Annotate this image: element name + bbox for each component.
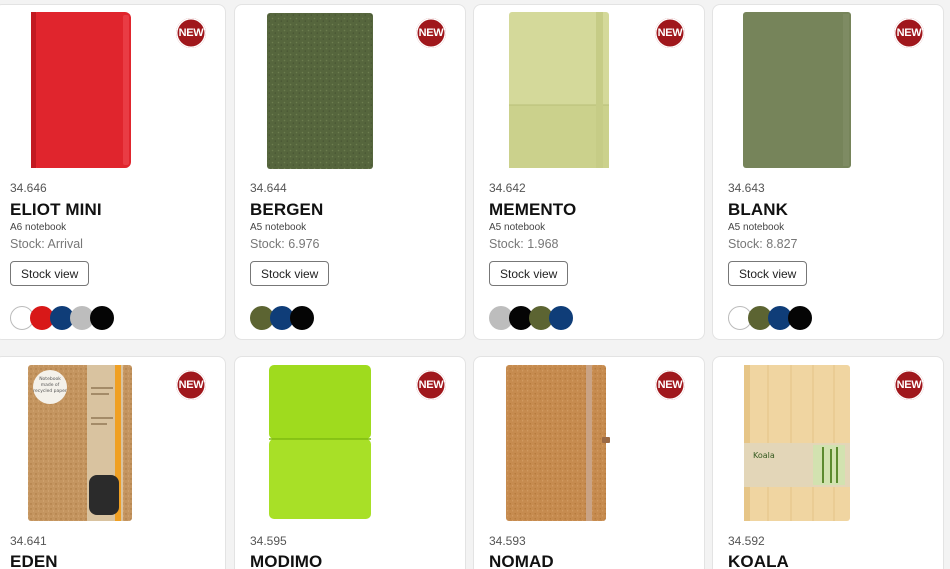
koala-label-text: Koala — [753, 451, 775, 460]
product-sku: 34.593 — [489, 534, 526, 548]
product-sku: 34.641 — [10, 534, 47, 548]
new-badge: NEW — [416, 370, 446, 400]
stock-status: Stock: 6.976 — [250, 237, 320, 251]
svg-text:made of: made of — [41, 382, 60, 388]
product-name[interactable]: NOMAD — [489, 552, 554, 569]
product-card[interactable]: NEW 34.593 NOMAD — [473, 356, 705, 569]
product-name[interactable]: EDEN — [10, 552, 58, 569]
product-sku: 34.644 — [250, 181, 287, 195]
product-type: A5 notebook — [250, 222, 307, 233]
product-name[interactable]: MODIMO — [250, 552, 322, 569]
swatch-navy[interactable] — [549, 306, 573, 330]
product-card[interactable]: NEW 34.644 BERGEN A5 notebook Stock: 6.9… — [234, 4, 466, 340]
product-name[interactable]: BLANK — [728, 200, 788, 220]
product-sku: 34.646 — [10, 181, 47, 195]
stock-view-button[interactable]: Stock view — [489, 261, 569, 286]
new-badge: NEW — [894, 18, 924, 48]
color-swatches — [250, 306, 314, 330]
stock-status: Stock: Arrival — [10, 237, 83, 251]
new-badge: NEW — [176, 18, 206, 48]
product-type: A6 notebook — [10, 222, 67, 233]
new-badge: NEW — [416, 18, 446, 48]
product-name[interactable]: ELIOT MINI — [10, 200, 102, 220]
color-swatches — [728, 306, 812, 330]
product-card[interactable]: NEW 34.646 ELIOT MINI A6 notebook Stock:… — [0, 4, 226, 340]
color-swatches — [489, 306, 573, 330]
product-name[interactable]: KOALA — [728, 552, 789, 569]
new-badge: NEW — [655, 18, 685, 48]
new-badge: NEW — [894, 370, 924, 400]
color-swatches — [10, 306, 114, 330]
product-card[interactable]: NEW 34.642 MEMENTO A5 notebook Stock: 1.… — [473, 4, 705, 340]
swatch-black[interactable] — [90, 306, 114, 330]
svg-text:Notebook: Notebook — [39, 376, 61, 382]
new-badge: NEW — [655, 370, 685, 400]
product-card[interactable]: Koala NEW 34.592 KOALA — [712, 356, 944, 569]
product-type: A5 notebook — [728, 222, 785, 233]
product-type: A5 notebook — [489, 222, 546, 233]
swatch-black[interactable] — [788, 306, 812, 330]
stock-view-button[interactable]: Stock view — [728, 261, 808, 286]
swatch-black[interactable] — [290, 306, 314, 330]
product-card[interactable]: Notebook made of recycled paper NEW 34.6… — [0, 356, 226, 569]
product-sku: 34.642 — [489, 181, 526, 195]
product-sku: 34.592 — [728, 534, 765, 548]
new-badge: NEW — [176, 370, 206, 400]
stock-status: Stock: 8.827 — [728, 237, 798, 251]
stock-view-button[interactable]: Stock view — [250, 261, 330, 286]
product-card[interactable]: NEW 34.643 BLANK A5 notebook Stock: 8.82… — [712, 4, 944, 340]
svg-text:recycled paper: recycled paper — [33, 388, 67, 394]
stock-view-button[interactable]: Stock view — [10, 261, 90, 286]
product-card[interactable]: NEW 34.595 MODIMO — [234, 356, 466, 569]
product-name[interactable]: BERGEN — [250, 200, 323, 220]
product-sku: 34.643 — [728, 181, 765, 195]
product-sku: 34.595 — [250, 534, 287, 548]
stock-status: Stock: 1.968 — [489, 237, 559, 251]
product-name[interactable]: MEMENTO — [489, 200, 576, 220]
